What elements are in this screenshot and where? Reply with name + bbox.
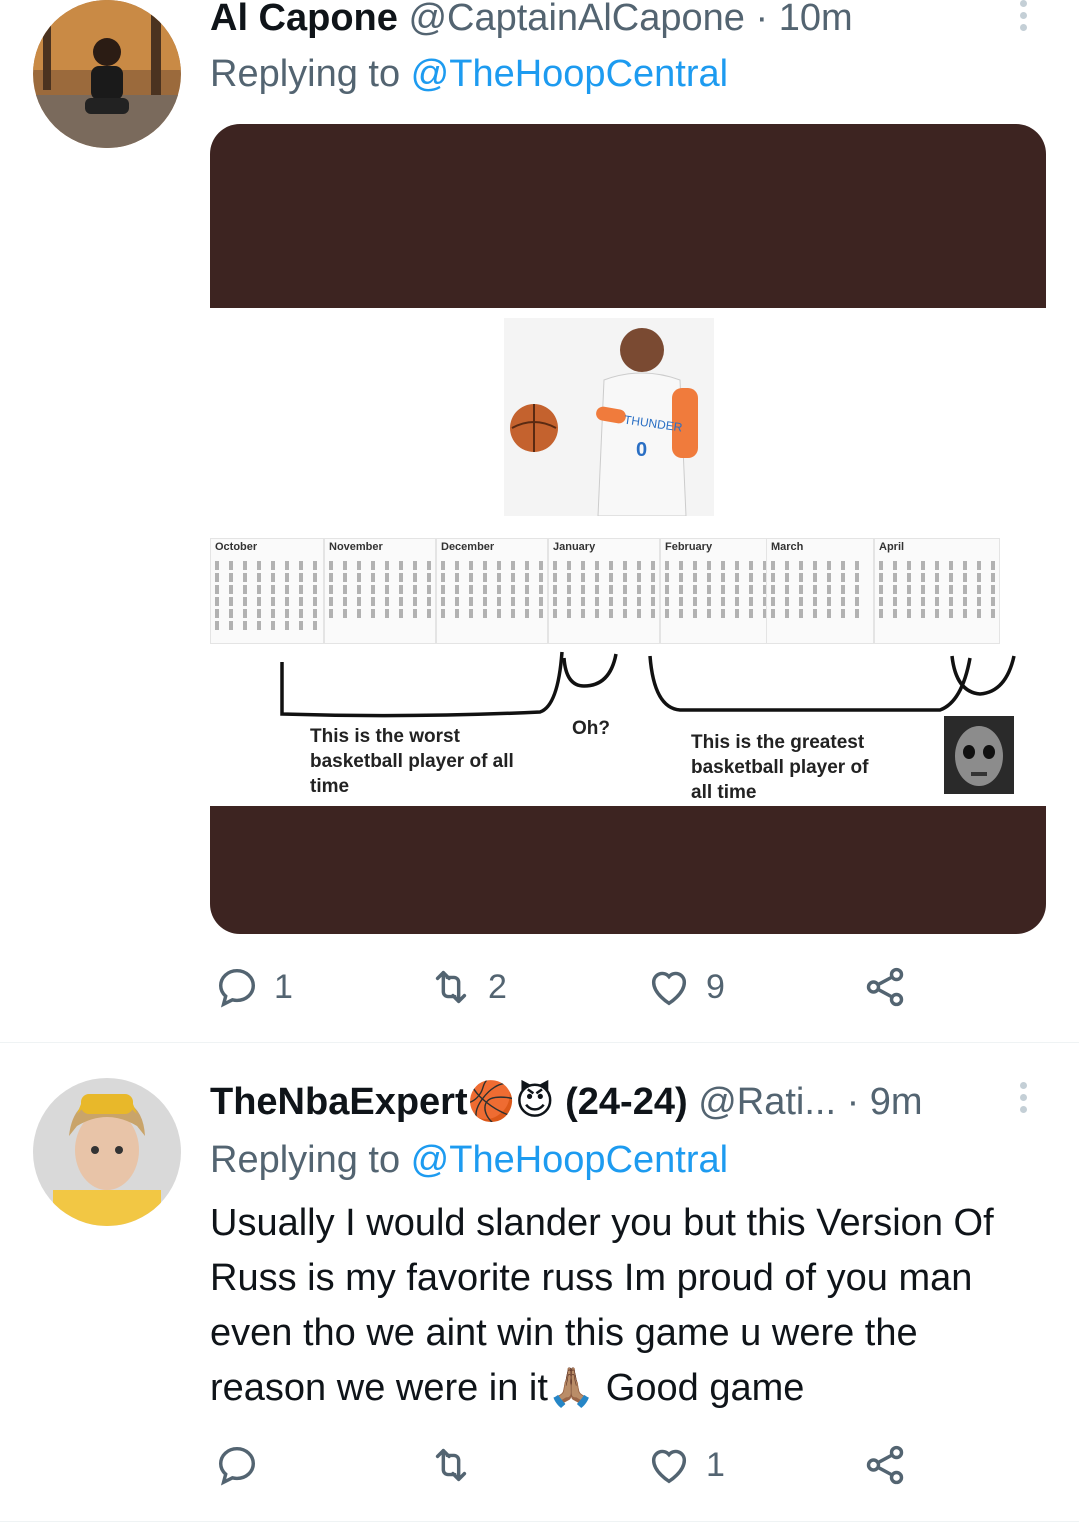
like-count: 1 bbox=[706, 1445, 725, 1484]
share-button[interactable] bbox=[862, 1442, 922, 1488]
more-icon[interactable] bbox=[1014, 1082, 1032, 1118]
share-icon bbox=[866, 1445, 904, 1485]
like-icon bbox=[651, 1449, 687, 1484]
mention-link[interactable]: @TheHoopCentral bbox=[411, 1139, 728, 1181]
name-emojis: 🏀😈 bbox=[467, 1081, 555, 1123]
tweet-2[interactable]: TheNbaExpert🏀😈 (24-24) @Rati... · 9m Rep… bbox=[0, 0, 1079, 1525]
replying-prefix: Replying to bbox=[210, 1139, 411, 1181]
separator: · bbox=[846, 1081, 860, 1123]
display-name-suffix: (24-24) bbox=[565, 1081, 688, 1123]
timestamp[interactable]: 9m bbox=[870, 1081, 923, 1123]
tweet-divider bbox=[0, 1521, 1079, 1522]
reply-icon bbox=[218, 1446, 256, 1486]
tweet-header: TheNbaExpert🏀😈 (24-24) @Rati... · 9m bbox=[210, 1080, 923, 1124]
retweet-button[interactable] bbox=[428, 1442, 488, 1488]
tweet-actions: 1 bbox=[210, 1442, 1010, 1492]
tweet-text: Usually I would slander you but this Ver… bbox=[210, 1202, 994, 1409]
avatar[interactable] bbox=[33, 1078, 181, 1226]
replying-to: Replying to @TheHoopCentral bbox=[210, 1138, 728, 1182]
reply-button[interactable] bbox=[214, 1442, 274, 1488]
display-name[interactable]: TheNbaExpert bbox=[210, 1081, 468, 1123]
retweet-icon bbox=[435, 1448, 467, 1482]
user-handle[interactable]: @Rati... bbox=[698, 1081, 836, 1123]
like-button[interactable]: 1 bbox=[646, 1442, 725, 1488]
